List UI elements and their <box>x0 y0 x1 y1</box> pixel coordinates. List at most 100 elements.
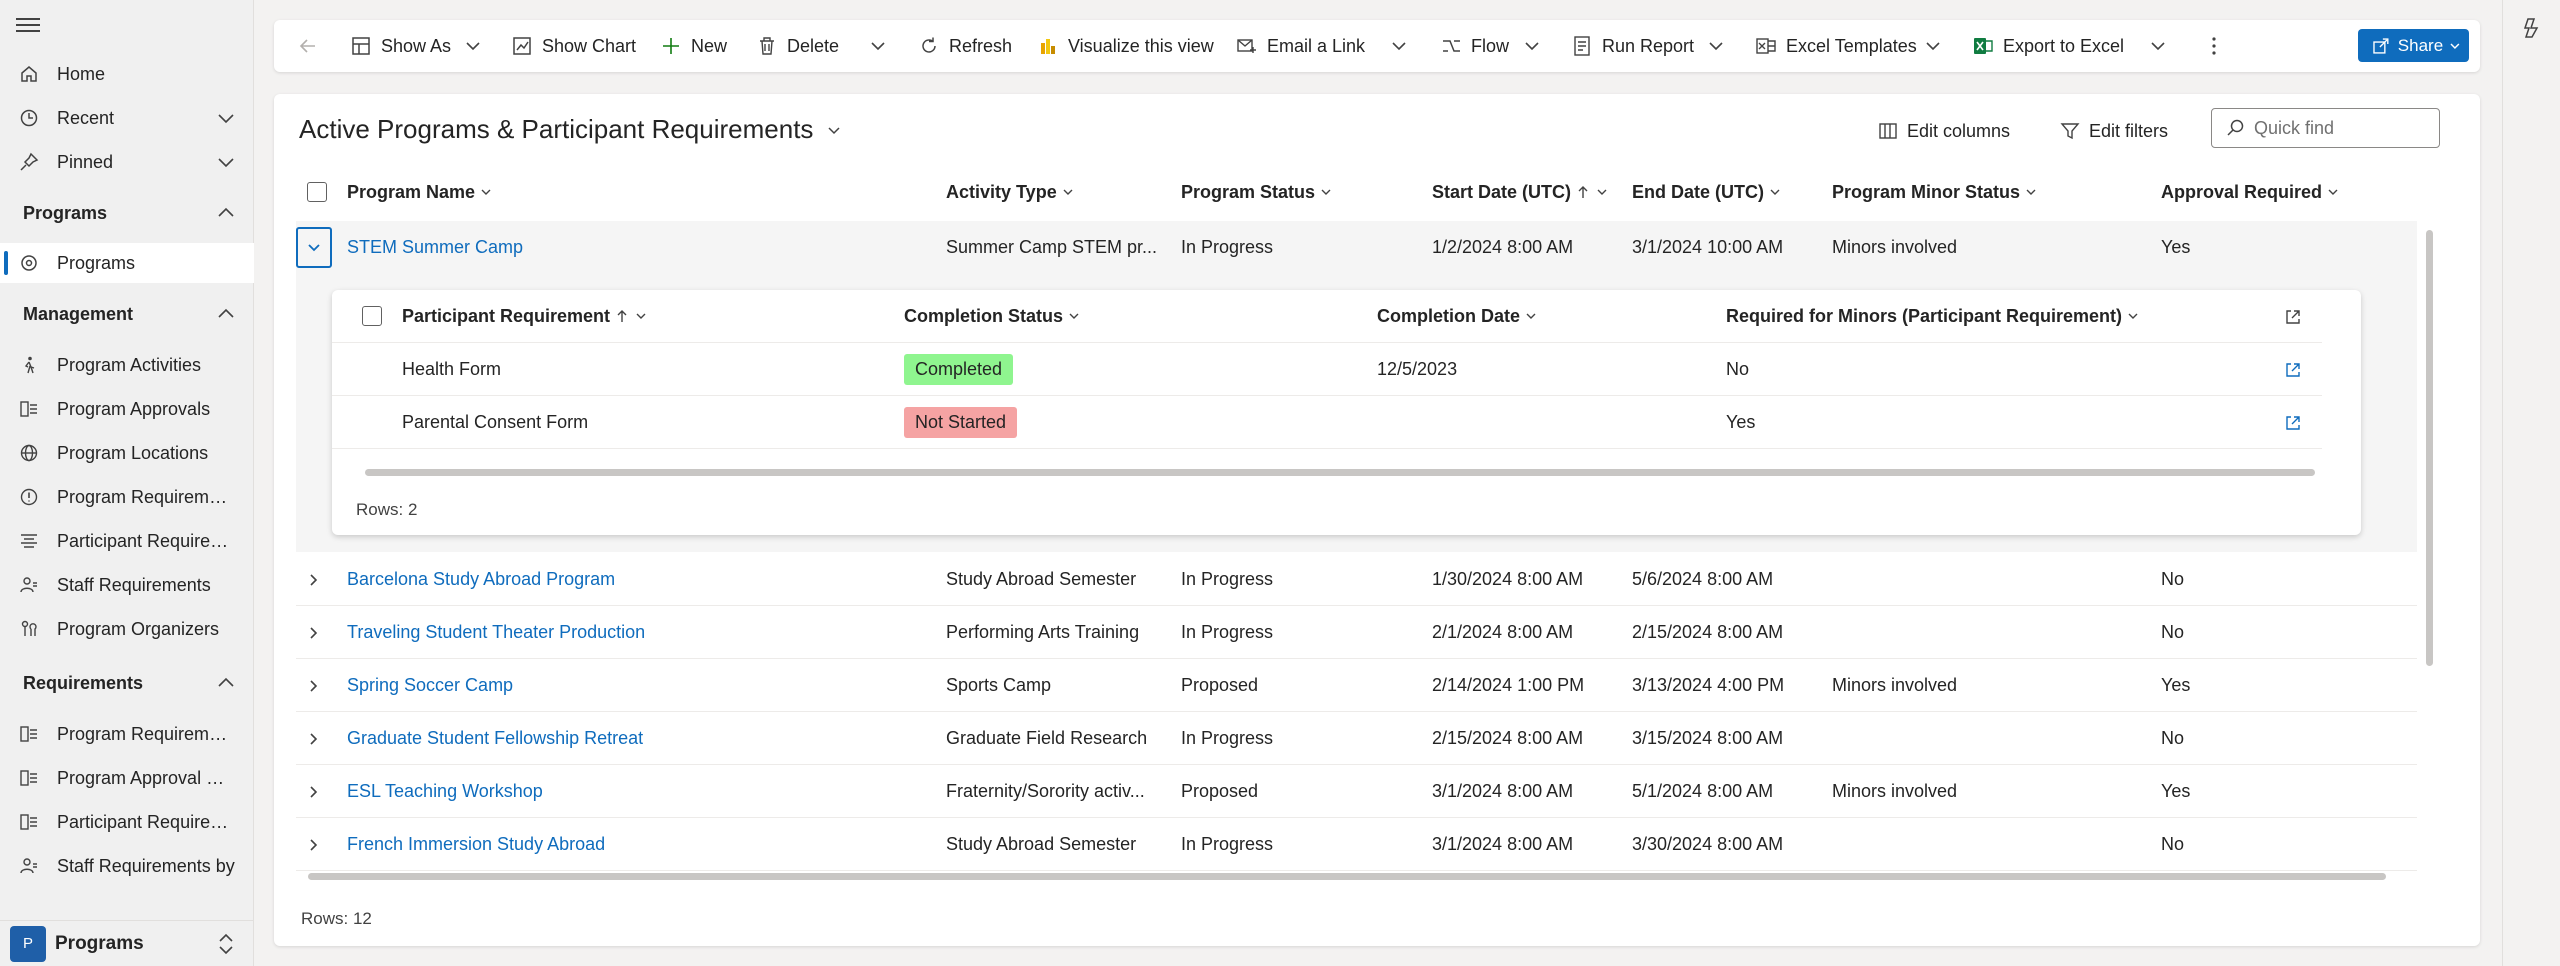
chevron-down-icon[interactable] <box>2146 34 2170 58</box>
table-row[interactable]: Traveling Student Theater Production Per… <box>296 606 2417 659</box>
row-expander[interactable] <box>296 612 332 653</box>
chevron-up-icon[interactable] <box>214 671 238 695</box>
column-header-completion-status[interactable]: Completion Status <box>904 296 1081 336</box>
row-expander[interactable] <box>296 718 332 759</box>
flow-button[interactable]: Flow <box>1440 20 1509 72</box>
sidebar-item-programs[interactable]: Programs <box>0 243 254 283</box>
subgrid-row[interactable]: Parental Consent Form Not Started Yes <box>332 396 2322 449</box>
column-header-end-date[interactable]: End Date (UTC) <box>1632 172 1782 212</box>
copilot-icon[interactable] <box>2520 16 2544 40</box>
program-name-link[interactable]: ESL Teaching Workshop <box>347 765 927 818</box>
subgrid-horizontal-scrollbar[interactable] <box>365 469 2315 476</box>
column-header-participant-requirement[interactable]: Participant Requirement <box>402 296 648 336</box>
column-header-required-for-minors[interactable]: Required for Minors (Participant Require… <box>1726 296 2140 336</box>
chevron-down-icon[interactable] <box>1921 34 1945 58</box>
program-name-link[interactable]: STEM Summer Camp <box>347 221 927 274</box>
grid-horizontal-scrollbar[interactable] <box>308 873 2386 880</box>
grid-vertical-scrollbar[interactable] <box>2426 230 2433 666</box>
sidebar-item-label: Participant Requirements <box>57 811 237 832</box>
column-header-program-minor-status[interactable]: Program Minor Status <box>1832 172 2038 212</box>
show-chart-button[interactable]: Show Chart <box>511 20 636 72</box>
column-header-program-name[interactable]: Program Name <box>347 172 493 212</box>
table-row[interactable]: STEM Summer Camp Summer Camp STEM pr... … <box>296 221 2417 274</box>
share-button[interactable]: Share <box>2358 29 2469 62</box>
sidebar-item-program-activities[interactable]: Program Activities <box>0 345 254 385</box>
export-excel-button[interactable]: Export to Excel <box>1972 20 2124 72</box>
new-button[interactable]: New <box>660 20 727 72</box>
hamburger-menu-icon[interactable] <box>16 14 40 34</box>
column-header-approval-required[interactable]: Approval Required <box>2161 172 2340 212</box>
area-switcher[interactable]: P Programs <box>0 920 254 966</box>
sidebar-item-program-locations[interactable]: Program Locations <box>0 433 254 473</box>
chevron-right-icon <box>310 785 318 798</box>
column-header-completion-date[interactable]: Completion Date <box>1377 296 1538 336</box>
program-name-link[interactable]: Traveling Student Theater Production <box>347 606 927 659</box>
table-row[interactable]: Barcelona Study Abroad Program Study Abr… <box>296 553 2417 606</box>
row-expander[interactable] <box>296 824 332 865</box>
show-as-button[interactable]: Show As <box>350 20 451 72</box>
email-link-button[interactable]: Email a Link <box>1236 20 1365 72</box>
column-header-program-status[interactable]: Program Status <box>1181 172 1333 212</box>
sidebar-item-staff-requirements-by[interactable]: Staff Requirements by <box>0 846 254 886</box>
program-name-link[interactable]: Barcelona Study Abroad Program <box>347 553 927 606</box>
table-row[interactable]: French Immersion Study Abroad Study Abro… <box>296 818 2417 871</box>
column-header-activity-type[interactable]: Activity Type <box>946 172 1075 212</box>
chevron-up-icon[interactable] <box>214 302 238 326</box>
quick-find[interactable] <box>2211 108 2440 148</box>
row-expander[interactable] <box>296 665 332 706</box>
chevron-down-icon[interactable] <box>1520 34 1544 58</box>
chevron-down-icon[interactable] <box>866 34 890 58</box>
column-header-start-date[interactable]: Start Date (UTC) <box>1432 172 1609 212</box>
sidebar-item-program-approval-options[interactable]: Program Approval Options <box>0 758 254 798</box>
chevron-down-icon[interactable] <box>214 106 238 130</box>
column-label: Program Name <box>347 181 476 202</box>
table-row[interactable]: Spring Soccer Camp Sports Camp Proposed … <box>296 659 2417 712</box>
sidebar-item-program-approvals[interactable]: Program Approvals <box>0 389 254 429</box>
delete-button[interactable]: Delete <box>756 20 839 72</box>
quick-find-input[interactable] <box>2254 117 2434 139</box>
row-expander[interactable] <box>296 559 332 600</box>
subgrid-row[interactable]: Health Form Completed 12/5/2023 No <box>332 343 2322 396</box>
table-row[interactable]: ESL Teaching Workshop Fraternity/Sororit… <box>296 765 2417 818</box>
group-header-management[interactable]: Management <box>0 294 254 334</box>
chevron-up-icon[interactable] <box>214 201 238 225</box>
subgrid-select-all-checkbox[interactable] <box>362 296 382 336</box>
sidebar-item-program-organizers[interactable]: Program Organizers <box>0 609 254 649</box>
sidebar-item-staff-requirements[interactable]: Staff Requirements <box>0 565 254 605</box>
visualize-view-button[interactable]: Visualize this view <box>1037 20 1214 72</box>
program-name-link[interactable]: Spring Soccer Camp <box>347 659 927 712</box>
excel-templates-button[interactable]: Excel Templates <box>1755 20 1917 72</box>
group-header-requirements[interactable]: Requirements <box>0 663 254 703</box>
more-options-icon[interactable] <box>2202 34 2226 58</box>
approvals-icon <box>18 811 40 833</box>
row-expander[interactable] <box>296 771 332 812</box>
chevron-up-down-icon[interactable] <box>214 931 238 957</box>
sidebar-item-pinned[interactable]: Pinned <box>0 142 254 182</box>
group-header-programs[interactable]: Programs <box>0 193 254 233</box>
open-in-new-icon[interactable] <box>2283 360 2303 380</box>
chevron-down-icon[interactable] <box>1387 34 1411 58</box>
back-arrow-icon[interactable] <box>296 34 320 58</box>
edit-columns-button[interactable]: Edit columns <box>1878 116 2010 146</box>
chart-icon <box>513 37 531 55</box>
chevron-down-icon[interactable] <box>1704 34 1728 58</box>
sidebar-item-program-requirements-2[interactable]: Program Requirements <box>0 714 254 754</box>
row-expander[interactable] <box>296 227 332 268</box>
sidebar-item-program-requirements[interactable]: Program Requirements <box>0 477 254 517</box>
program-name-link[interactable]: French Immersion Study Abroad <box>347 818 927 871</box>
sidebar-item-recent[interactable]: Recent <box>0 98 254 138</box>
open-in-new-icon[interactable] <box>2283 307 2303 327</box>
run-report-button[interactable]: Run Report <box>1571 20 1694 72</box>
program-name-link[interactable]: Graduate Student Fellowship Retreat <box>347 712 927 765</box>
sidebar-item-participant-requirements-2[interactable]: Participant Requirements <box>0 802 254 842</box>
view-selector[interactable]: Active Programs & Participant Requiremen… <box>299 114 845 145</box>
chevron-down-icon[interactable] <box>214 150 238 174</box>
sidebar-item-participant-requirements[interactable]: Participant Requirements <box>0 521 254 561</box>
select-all-checkbox[interactable] <box>307 172 327 212</box>
open-in-new-icon[interactable] <box>2283 413 2303 433</box>
edit-filters-button[interactable]: Edit filters <box>2060 116 2168 146</box>
table-row[interactable]: Graduate Student Fellowship Retreat Grad… <box>296 712 2417 765</box>
sidebar-item-home[interactable]: Home <box>0 54 254 94</box>
refresh-button[interactable]: Refresh <box>918 20 1012 72</box>
chevron-down-icon[interactable] <box>461 34 485 58</box>
